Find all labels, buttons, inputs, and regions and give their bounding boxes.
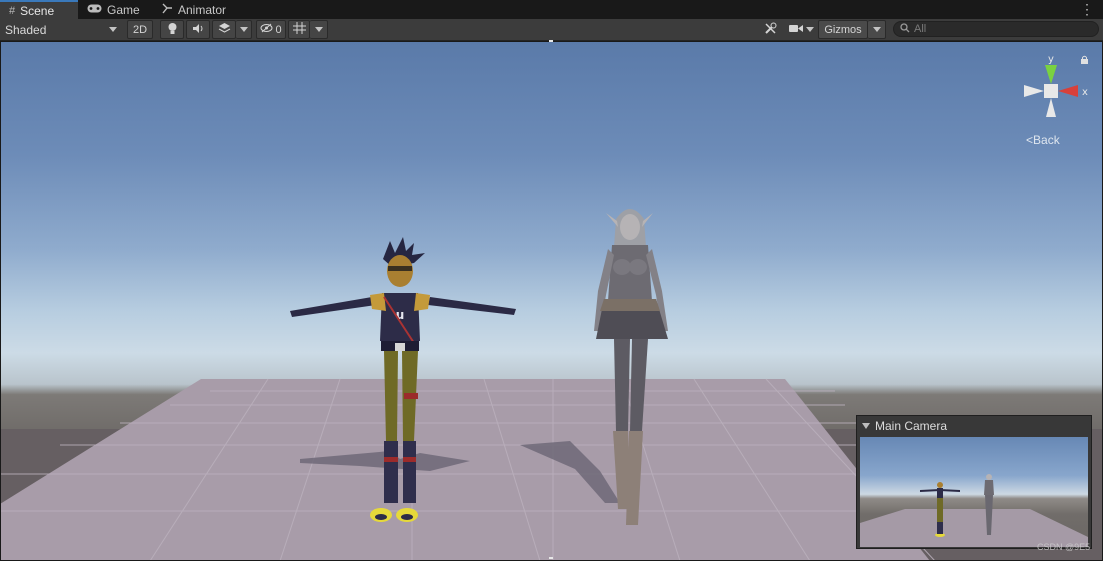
camera-preview-view bbox=[860, 437, 1088, 547]
chevron-down-icon bbox=[805, 27, 814, 32]
lightbulb-icon bbox=[167, 22, 178, 38]
wrench-icon bbox=[764, 22, 777, 38]
back-label-text: Back bbox=[1033, 133, 1060, 147]
grid-icon: # bbox=[9, 4, 16, 17]
shading-mode-label: Shaded bbox=[5, 22, 47, 37]
gizmo-y-label: y bbox=[1048, 54, 1054, 65]
lock-icon[interactable] bbox=[1080, 53, 1089, 64]
tab-scene-label: Scene bbox=[20, 3, 55, 18]
tab-scene[interactable]: # Scene bbox=[0, 0, 78, 19]
scene-visibility-button[interactable]: 0 bbox=[256, 20, 286, 39]
2d-label: 2D bbox=[132, 23, 148, 36]
viewport-top-marker bbox=[549, 40, 553, 42]
lighting-toggle-button[interactable] bbox=[160, 20, 184, 39]
more-options-icon[interactable]: ⋮ bbox=[1080, 1, 1094, 18]
gizmos-button[interactable]: Gizmos bbox=[818, 20, 868, 39]
hidden-eye-icon bbox=[260, 23, 273, 36]
chevron-down-icon bbox=[239, 27, 248, 32]
gizmo-x-axis-arrow bbox=[1058, 85, 1078, 97]
shading-mode-dropdown[interactable]: Shaded bbox=[5, 20, 121, 39]
grid-dropdown[interactable] bbox=[310, 20, 328, 39]
chevron-down-icon bbox=[109, 27, 117, 32]
chevron-down-icon bbox=[314, 27, 323, 32]
video-camera-icon bbox=[788, 24, 803, 36]
camera-preview-render bbox=[860, 474, 1088, 547]
gizmo-neg-x-axis-arrow bbox=[1024, 85, 1044, 97]
hierarchy-search-input[interactable]: All bbox=[893, 21, 1099, 37]
search-placeholder: All bbox=[914, 23, 927, 35]
tab-animator[interactable]: Animator bbox=[153, 0, 241, 19]
camera-preview-header[interactable]: Main Camera bbox=[857, 416, 1091, 436]
tab-game-label: Game bbox=[107, 2, 140, 17]
camera-settings-button[interactable] bbox=[786, 20, 816, 39]
viewport-bottom-marker bbox=[549, 557, 553, 559]
collapse-triangle-icon[interactable] bbox=[862, 423, 870, 429]
audio-toggle-button[interactable] bbox=[186, 20, 210, 39]
layers-icon bbox=[218, 22, 231, 37]
gizmo-neg-y-axis-arrow bbox=[1046, 98, 1056, 117]
grid-snap-button[interactable] bbox=[288, 20, 310, 39]
window-tab-bar: # Scene Game Animator ⋮ bbox=[0, 0, 1103, 19]
gizmo-center-cube bbox=[1044, 84, 1058, 98]
effects-toggle-button[interactable] bbox=[212, 20, 236, 39]
2d-toggle-button[interactable]: 2D bbox=[127, 20, 153, 39]
speaker-icon bbox=[192, 23, 205, 37]
gizmo-y-axis-arrow bbox=[1045, 65, 1057, 84]
grid-icon bbox=[292, 22, 306, 37]
chevron-down-icon bbox=[872, 27, 881, 32]
hidden-count: 0 bbox=[275, 23, 282, 36]
watermark-text: CSDN @9E5 bbox=[1037, 542, 1091, 552]
search-icon bbox=[900, 22, 910, 36]
animator-icon bbox=[162, 3, 173, 17]
tools-button[interactable] bbox=[758, 20, 782, 39]
gizmo-back-label[interactable]: <Back bbox=[1026, 133, 1060, 147]
gizmos-label: Gizmos bbox=[824, 23, 862, 36]
grid-plane bbox=[0, 379, 930, 561]
back-arrow-icon: < bbox=[1026, 133, 1034, 147]
gizmos-dropdown[interactable] bbox=[868, 20, 886, 39]
camera-preview-title: Main Camera bbox=[875, 419, 948, 433]
effects-dropdown[interactable] bbox=[236, 20, 252, 39]
tab-game[interactable]: Game bbox=[78, 0, 153, 19]
gizmo-x-label: x bbox=[1082, 87, 1088, 98]
gamepad-icon bbox=[87, 4, 102, 16]
tab-animator-label: Animator bbox=[178, 2, 227, 17]
camera-preview-panel: Main Camera bbox=[856, 415, 1092, 549]
scene-toolbar: Shaded 2D 0 Gizmos All bbox=[0, 19, 1103, 41]
